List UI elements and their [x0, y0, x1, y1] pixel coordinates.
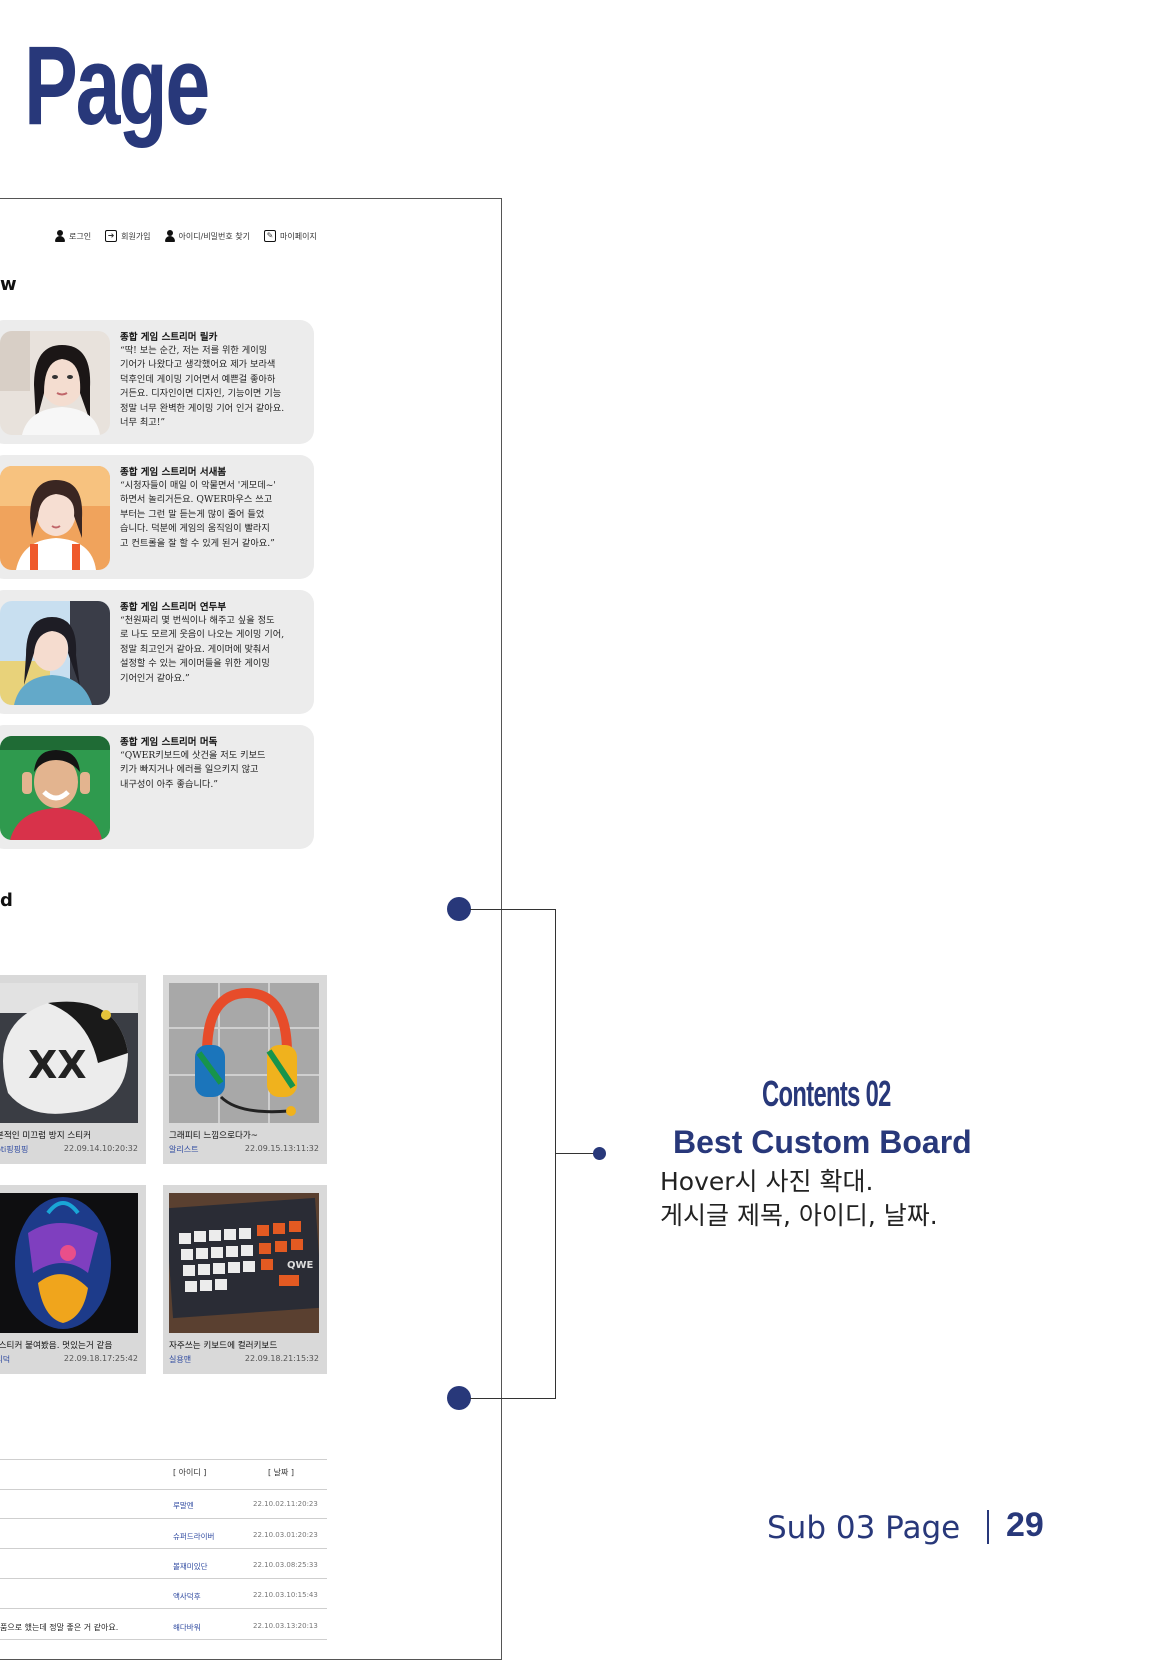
review-card: 종합 게임 스트리머 서새봄 “시청자들이 매일 이 악물면서 '게모데~' 하… [0, 455, 314, 579]
list-divider [0, 1459, 327, 1460]
list-divider [0, 1489, 327, 1490]
nav-signup[interactable]: ➜ 회원가입 [105, 230, 151, 242]
list-divider [0, 1518, 327, 1519]
list-date: 22.10.03.08:25:33 [253, 1561, 318, 1569]
review-text: “딱! 보는 순간, 저는 저를 위한 게이밍 기어가 나왔다고 생각했어요 제… [120, 345, 285, 429]
page-number: 29 [1006, 1506, 1044, 1544]
connector-line [470, 909, 556, 910]
connector-line [470, 1398, 556, 1399]
gallery-card[interactable]: 칼 스티커 붙여봤음. 멋있는거 같음 중의덕 22.09.18.17:25:4… [0, 1185, 146, 1374]
nav-find-account[interactable]: 아이디/비밀번호 찾기 [164, 230, 251, 242]
streamer-photo [0, 601, 110, 705]
board-section-title: d [0, 890, 13, 911]
reviewer-name: 종합 게임 스트리머 릴카 [120, 332, 218, 343]
list-user: 볼재미있단 [173, 1562, 208, 1571]
gallery-user: 중의덕 [0, 1355, 11, 1364]
list-date: 22.10.03.01:20:23 [253, 1531, 318, 1539]
review-text: “QWER키보드에 삿건을 저도 키보드 키가 빠지거나 에러를 일으키지 않고… [120, 750, 266, 790]
streamer-photo [0, 466, 110, 570]
list-col-date: [ 날짜 ] [268, 1468, 295, 1477]
list-divider [0, 1608, 327, 1609]
gallery-title[interactable]: 그래피티 느낌으로다가~ [169, 1129, 258, 1141]
nav-mypage-label: 마이페이지 [280, 231, 317, 241]
list-date: 22.10.02.11:20:23 [253, 1500, 318, 1508]
reviewer-name: 종합 게임 스트리머 머독 [120, 737, 218, 748]
list-user: 해다바워 [173, 1623, 201, 1632]
nav-signup-label: 회원가입 [121, 231, 151, 241]
list-divider [0, 1578, 327, 1579]
list-divider [0, 1548, 327, 1549]
page-heading: Page [24, 23, 210, 148]
review-card: 종합 게임 스트리머 연두부 “천원짜리 몇 번씩이나 해주고 싶을 정도 로 … [0, 590, 314, 714]
nav-login-label: 로그인 [69, 231, 92, 241]
gallery-user: 알리스트 [169, 1145, 199, 1154]
reviewer-name: 종합 게임 스트리머 연두부 [120, 602, 227, 613]
gallery-card[interactable]: QWE 자주쓰는 키보드에 컬러키보드 실용맨 22.09.18.21:15:3… [163, 1185, 327, 1374]
reviewer-name: 종합 게임 스트리머 서새봄 [120, 467, 227, 478]
gallery-date: 22.09.18.21:15:32 [244, 1354, 319, 1363]
gallery-date: 22.09.18.17:25:42 [63, 1354, 138, 1363]
gallery-image[interactable]: XX [0, 983, 138, 1123]
list-date: 22.10.03.13:20:13 [253, 1622, 318, 1630]
footer-label: Sub 03 Page [767, 1510, 961, 1546]
list-user: 루말멘 [173, 1501, 194, 1510]
signup-icon: ➜ [105, 230, 118, 242]
contents-desc-line: 게시글 제목, 아이디, 날짜. [660, 1201, 938, 1230]
list-date: 22.10.03.10:15:43 [253, 1591, 318, 1599]
nav-find-label: 아이디/비밀번호 찾기 [178, 231, 251, 241]
edit-icon: ✎ [264, 230, 277, 242]
search-user-icon [164, 230, 175, 242]
review-text: “천원짜리 몇 번씩이나 해주고 싶을 정도 로 나도 모르게 웃음이 나오는 … [120, 615, 285, 684]
gallery-card[interactable]: XX 이본적인 미끄럼 방지 스티커 mbti핑핑핑 22.09.14.10:2… [0, 975, 146, 1164]
streamer-photo [0, 736, 110, 840]
footer-separator [987, 1510, 989, 1544]
connector-dot [593, 1147, 606, 1160]
connector-line [555, 909, 556, 1399]
streamer-photo [0, 331, 110, 435]
list-title[interactable]: 품으로 했는데 정말 좋은 거 같아요. [0, 1622, 118, 1633]
contents-label: Contents 02 [762, 1073, 891, 1114]
gallery-image[interactable] [169, 983, 319, 1123]
gallery-user: 실용맨 [169, 1355, 192, 1364]
gallery-image[interactable]: QWE [169, 1193, 319, 1333]
list-col-id: [ 아이디 ] [173, 1468, 207, 1477]
gallery-title[interactable]: 자주쓰는 키보드에 컬러키보드 [169, 1339, 277, 1351]
contents-desc-line: Hover시 사진 확대. [660, 1167, 874, 1196]
svg-text:XX: XX [28, 1043, 87, 1087]
connector-dot [447, 1386, 471, 1410]
gallery-date: 22.09.14.10:20:32 [63, 1144, 138, 1153]
nav-mypage[interactable]: ✎ 마이페이지 [264, 230, 317, 242]
review-text: “시청자들이 매일 이 악물면서 '게모데~' 하면서 놀리거든요. QWER마… [120, 480, 276, 549]
svg-text:QWE: QWE [287, 1260, 314, 1271]
review-card: 종합 게임 스트리머 머독 “QWER키보드에 삿건을 저도 키보드 키가 빠지… [0, 725, 314, 849]
gallery-title[interactable]: 칼 스티커 붙여봤음. 멋있는거 같음 [0, 1339, 112, 1351]
contents-heading: Best Custom Board [673, 1124, 972, 1160]
connector-dot [447, 897, 471, 921]
list-divider [0, 1639, 327, 1640]
user-icon [55, 230, 65, 242]
gallery-card[interactable]: 그래피티 느낌으로다가~ 알리스트 22.09.15.13:11:32 [163, 975, 327, 1164]
gallery-user: mbti핑핑핑 [0, 1145, 29, 1154]
contents-description: Hover시 사진 확대. 게시글 제목, 아이디, 날짜. [660, 1165, 938, 1233]
review-section-title: w [0, 274, 17, 295]
top-nav: 로그인 ➜ 회원가입 아이디/비밀번호 찾기 ✎ 마이페이지 [55, 230, 317, 242]
list-user: 액사덕후 [173, 1592, 201, 1601]
gallery-title[interactable]: 이본적인 미끄럼 방지 스티커 [0, 1129, 91, 1141]
gallery-date: 22.09.15.13:11:32 [244, 1144, 319, 1153]
gallery-image[interactable] [0, 1193, 138, 1333]
list-user: 슈퍼드라이버 [173, 1532, 215, 1541]
nav-login[interactable]: 로그인 [55, 230, 91, 242]
review-card: 종합 게임 스트리머 릴카 “딱! 보는 순간, 저는 저를 위한 게이밍 기어… [0, 320, 314, 444]
